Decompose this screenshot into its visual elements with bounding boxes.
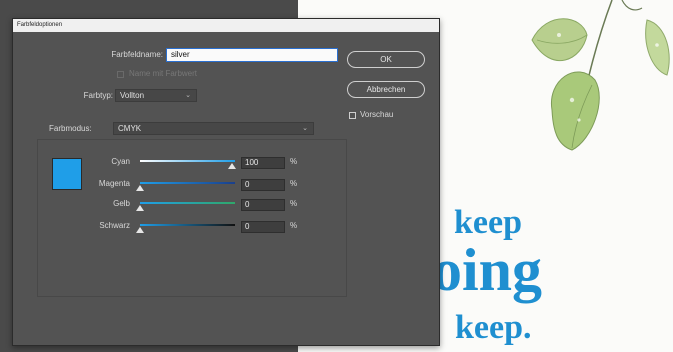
magenta-slider-thumb[interactable] — [136, 185, 144, 191]
channel-label-gelb: Gelb — [113, 199, 130, 208]
gelb-unit: % — [290, 199, 298, 208]
swatch-name-input[interactable]: silver — [166, 48, 338, 62]
schwarz-value-input[interactable]: 0 — [241, 221, 285, 233]
gelb-slider-thumb[interactable] — [136, 205, 144, 211]
color-mode-value: CMYK — [118, 124, 142, 133]
swatch-type-value: Vollton — [120, 91, 145, 100]
poster-text-keep: keep — [454, 204, 522, 241]
color-mode-dropdown[interactable]: CMYK ⌄ — [113, 122, 314, 135]
cyan-unit: % — [290, 157, 298, 166]
cyan-value-input[interactable]: 100 — [241, 157, 285, 169]
magenta-slider-track[interactable] — [140, 182, 235, 184]
color-sliders-panel — [37, 139, 347, 297]
swatch-type-dropdown[interactable]: Vollton ⌄ — [115, 89, 197, 102]
name-with-value-label: Name mit Farbwert — [129, 69, 198, 78]
magenta-unit: % — [290, 179, 298, 188]
color-mode-label: Farbmodus: — [49, 124, 92, 133]
schwarz-slider-thumb[interactable] — [136, 227, 144, 233]
schwarz-slider-track[interactable] — [140, 224, 235, 226]
channel-label-schwarz: Schwarz — [99, 221, 130, 230]
preview-checkbox[interactable] — [349, 112, 356, 119]
ok-button[interactable]: OK — [347, 51, 425, 68]
cyan-slider-thumb[interactable] — [228, 163, 236, 169]
swatch-name-label: Farbfeldname: — [111, 50, 163, 59]
cancel-button[interactable]: Abbrechen — [347, 81, 425, 98]
chevron-down-icon: ⌄ — [302, 125, 308, 132]
magenta-value-input[interactable]: 0 — [241, 179, 285, 191]
poster-text-keep-2: keep. — [455, 309, 532, 346]
poster-text-going: oing — [432, 237, 543, 303]
channel-label-magenta: Magenta — [98, 179, 130, 188]
gelb-value-input[interactable]: 0 — [241, 199, 285, 211]
gelb-slider-track[interactable] — [140, 202, 235, 204]
preview-label: Vorschau — [360, 110, 394, 119]
color-swatch-preview — [52, 158, 82, 190]
swatch-type-label: Farbtyp: — [83, 91, 113, 100]
dialog-title: Farbfeldoptionen — [13, 19, 439, 32]
cyan-slider-track[interactable] — [140, 160, 235, 162]
channel-label-cyan: Cyan — [111, 157, 130, 166]
leaf-illustration — [531, 0, 670, 151]
name-with-value-checkbox[interactable] — [117, 71, 124, 78]
schwarz-unit: % — [290, 221, 298, 230]
chevron-down-icon: ⌄ — [185, 92, 191, 99]
